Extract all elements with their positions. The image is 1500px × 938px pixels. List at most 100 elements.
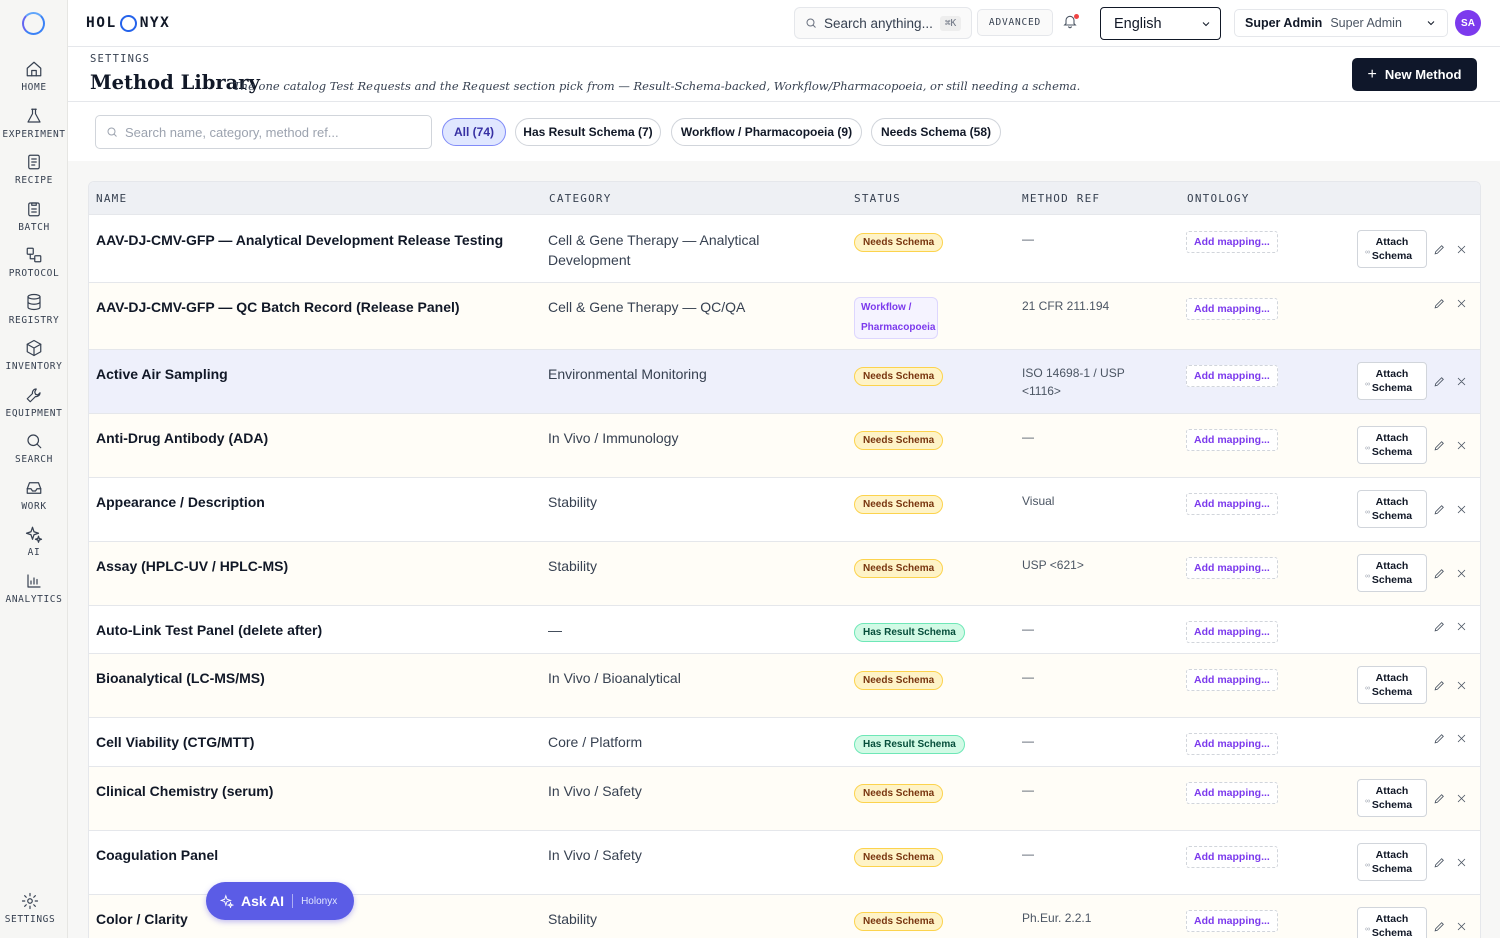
method-name[interactable]: Cell Viability (CTG/MTT) [96, 734, 526, 750]
method-name[interactable]: Appearance / Description [96, 494, 526, 510]
table-row[interactable]: Bioanalytical (LC-MS/MS) In Vivo / Bioana… [89, 654, 1480, 718]
method-name[interactable]: Auto-Link Test Panel (delete after) [96, 622, 526, 638]
method-name[interactable]: Assay (HPLC-UV / HPLC-MS) [96, 558, 526, 574]
sidebar-item-registry[interactable]: REGISTRY [0, 293, 68, 337]
table-row[interactable]: AAV-DJ-CMV-GFP — QC Batch Record (Releas… [89, 283, 1480, 350]
avatar[interactable]: SA [1455, 10, 1481, 36]
attach-schema-button[interactable]: ∞ Attach Schema [1357, 907, 1427, 938]
add-mapping-button[interactable]: Add mapping... [1186, 733, 1278, 755]
edit-button[interactable] [1433, 439, 1447, 453]
edit-button[interactable] [1433, 732, 1447, 746]
edit-button[interactable] [1433, 920, 1447, 934]
delete-button[interactable] [1455, 243, 1469, 257]
add-mapping-button[interactable]: Add mapping... [1186, 557, 1278, 579]
add-mapping-button[interactable]: Add mapping... [1186, 493, 1278, 515]
sidebar-item-inventory[interactable]: INVENTORY [0, 339, 68, 383]
delete-button[interactable] [1455, 375, 1469, 389]
method-name[interactable]: Clinical Chemistry (serum) [96, 783, 526, 799]
delete-button[interactable] [1455, 439, 1469, 453]
sidebar-item-ai[interactable]: AI [0, 525, 68, 569]
attach-schema-button[interactable]: ∞ Attach Schema [1357, 554, 1427, 592]
sidebar-item-work[interactable]: WORK [0, 479, 68, 523]
edit-button[interactable] [1433, 567, 1447, 581]
method-name[interactable]: AAV-DJ-CMV-GFP — QC Batch Record (Releas… [96, 299, 526, 315]
sidebar-item-recipe[interactable]: RECIPE [0, 153, 68, 197]
table-row[interactable]: Appearance / Description Stability Needs S… [89, 478, 1480, 542]
advanced-search-button[interactable]: ADVANCED [977, 9, 1053, 36]
column-header-category[interactable]: CATEGORY [549, 192, 612, 205]
attach-schema-button[interactable]: ∞ Attach Schema [1357, 362, 1427, 400]
user-menu[interactable]: Super Admin Super Admin [1234, 9, 1448, 37]
edit-button[interactable] [1433, 792, 1447, 806]
delete-button[interactable] [1455, 920, 1469, 934]
attach-schema-button[interactable]: ∞ Attach Schema [1357, 490, 1427, 528]
delete-button[interactable] [1455, 679, 1469, 693]
ask-ai-button[interactable]: Ask AI Holonyx [206, 882, 354, 920]
sidebar-item-settings[interactable]: SETTINGS [0, 892, 60, 936]
method-name[interactable]: AAV-DJ-CMV-GFP — Analytical Development … [96, 232, 526, 248]
method-search[interactable] [95, 115, 432, 149]
edit-button[interactable] [1433, 297, 1447, 311]
table-row[interactable]: Clinical Chemistry (serum) In Vivo / Safe… [89, 767, 1480, 831]
column-header-name[interactable]: NAME [96, 192, 127, 205]
filter-chip-needs-schema[interactable]: Needs Schema (58) [871, 118, 1001, 146]
sidebar-item-home[interactable]: HOME [0, 60, 68, 104]
brand-logo[interactable]: HOL NYX [86, 13, 170, 33]
sidebar-item-analytics[interactable]: ANALYTICS [0, 572, 68, 616]
delete-button[interactable] [1455, 297, 1469, 311]
table-row[interactable]: Auto-Link Test Panel (delete after) — Has … [89, 606, 1480, 654]
attach-schema-button[interactable]: ∞ Attach Schema [1357, 779, 1427, 817]
add-mapping-button[interactable]: Add mapping... [1186, 910, 1278, 932]
add-mapping-button[interactable]: Add mapping... [1186, 365, 1278, 387]
attach-schema-button[interactable]: ∞ Attach Schema [1357, 426, 1427, 464]
sidebar-item-experiment[interactable]: EXPERIMENT [0, 107, 68, 151]
table-row[interactable]: Cell Viability (CTG/MTT) Core / Platform H… [89, 718, 1480, 767]
table-row[interactable]: Active Air Sampling Environmental Monitor… [89, 350, 1480, 414]
add-mapping-button[interactable]: Add mapping... [1186, 782, 1278, 804]
attach-schema-button[interactable]: ∞ Attach Schema [1357, 666, 1427, 704]
add-mapping-button[interactable]: Add mapping... [1186, 669, 1278, 691]
language-select[interactable]: English [1100, 7, 1221, 40]
delete-button[interactable] [1455, 856, 1469, 870]
column-header-ontology[interactable]: ONTOLOGY [1187, 192, 1250, 205]
edit-button[interactable] [1433, 503, 1447, 517]
method-search-input[interactable] [125, 124, 415, 140]
method-name[interactable]: Coagulation Panel [96, 847, 526, 863]
column-header-status[interactable]: STATUS [854, 192, 901, 205]
table-row[interactable]: Assay (HPLC-UV / HPLC-MS) Stability Needs … [89, 542, 1480, 606]
add-mapping-button[interactable]: Add mapping... [1186, 621, 1278, 643]
filter-chip-has-result-schema[interactable]: Has Result Schema (7) [515, 118, 661, 146]
app-logo[interactable] [22, 12, 45, 35]
delete-button[interactable] [1455, 567, 1469, 581]
delete-button[interactable] [1455, 620, 1469, 634]
sidebar-item-batch[interactable]: BATCH [0, 200, 68, 244]
attach-schema-button[interactable]: ∞ Attach Schema [1357, 229, 1427, 268]
method-name[interactable]: Bioanalytical (LC-MS/MS) [96, 670, 526, 686]
add-mapping-button[interactable]: Add mapping... [1186, 298, 1278, 320]
filter-chip-all[interactable]: All (74) [442, 118, 506, 146]
add-mapping-button[interactable]: Add mapping... [1186, 846, 1278, 868]
filter-chip-workflow[interactable]: Workflow / Pharmacopoeia (9) [671, 118, 862, 146]
method-name[interactable]: Anti-Drug Antibody (ADA) [96, 430, 526, 446]
edit-button[interactable] [1433, 856, 1447, 870]
sidebar-item-search[interactable]: SEARCH [0, 432, 68, 476]
delete-button[interactable] [1455, 792, 1469, 806]
edit-button[interactable] [1433, 620, 1447, 634]
column-header-method-ref[interactable]: METHOD REF [1022, 192, 1100, 205]
add-mapping-button[interactable]: Add mapping... [1186, 429, 1278, 451]
sidebar-item-equipment[interactable]: EQUIPMENT [0, 386, 68, 430]
method-name[interactable]: Active Air Sampling [96, 366, 526, 382]
edit-button[interactable] [1433, 243, 1447, 257]
delete-button[interactable] [1455, 503, 1469, 517]
table-row[interactable]: AAV-DJ-CMV-GFP — Analytical Development … [89, 216, 1480, 283]
global-search[interactable]: Search anything... ⌘K [794, 7, 972, 39]
edit-button[interactable] [1433, 375, 1447, 389]
delete-button[interactable] [1455, 732, 1469, 746]
attach-schema-button[interactable]: ∞ Attach Schema [1357, 843, 1427, 881]
sidebar-item-protocol[interactable]: PROTOCOL [0, 246, 68, 290]
edit-button[interactable] [1433, 679, 1447, 693]
add-mapping-button[interactable]: Add mapping... [1186, 231, 1278, 253]
table-row[interactable]: Anti-Drug Antibody (ADA) In Vivo / Immuno… [89, 414, 1480, 478]
notifications-button[interactable] [1062, 13, 1082, 33]
new-method-button[interactable]: + New Method [1352, 58, 1477, 91]
